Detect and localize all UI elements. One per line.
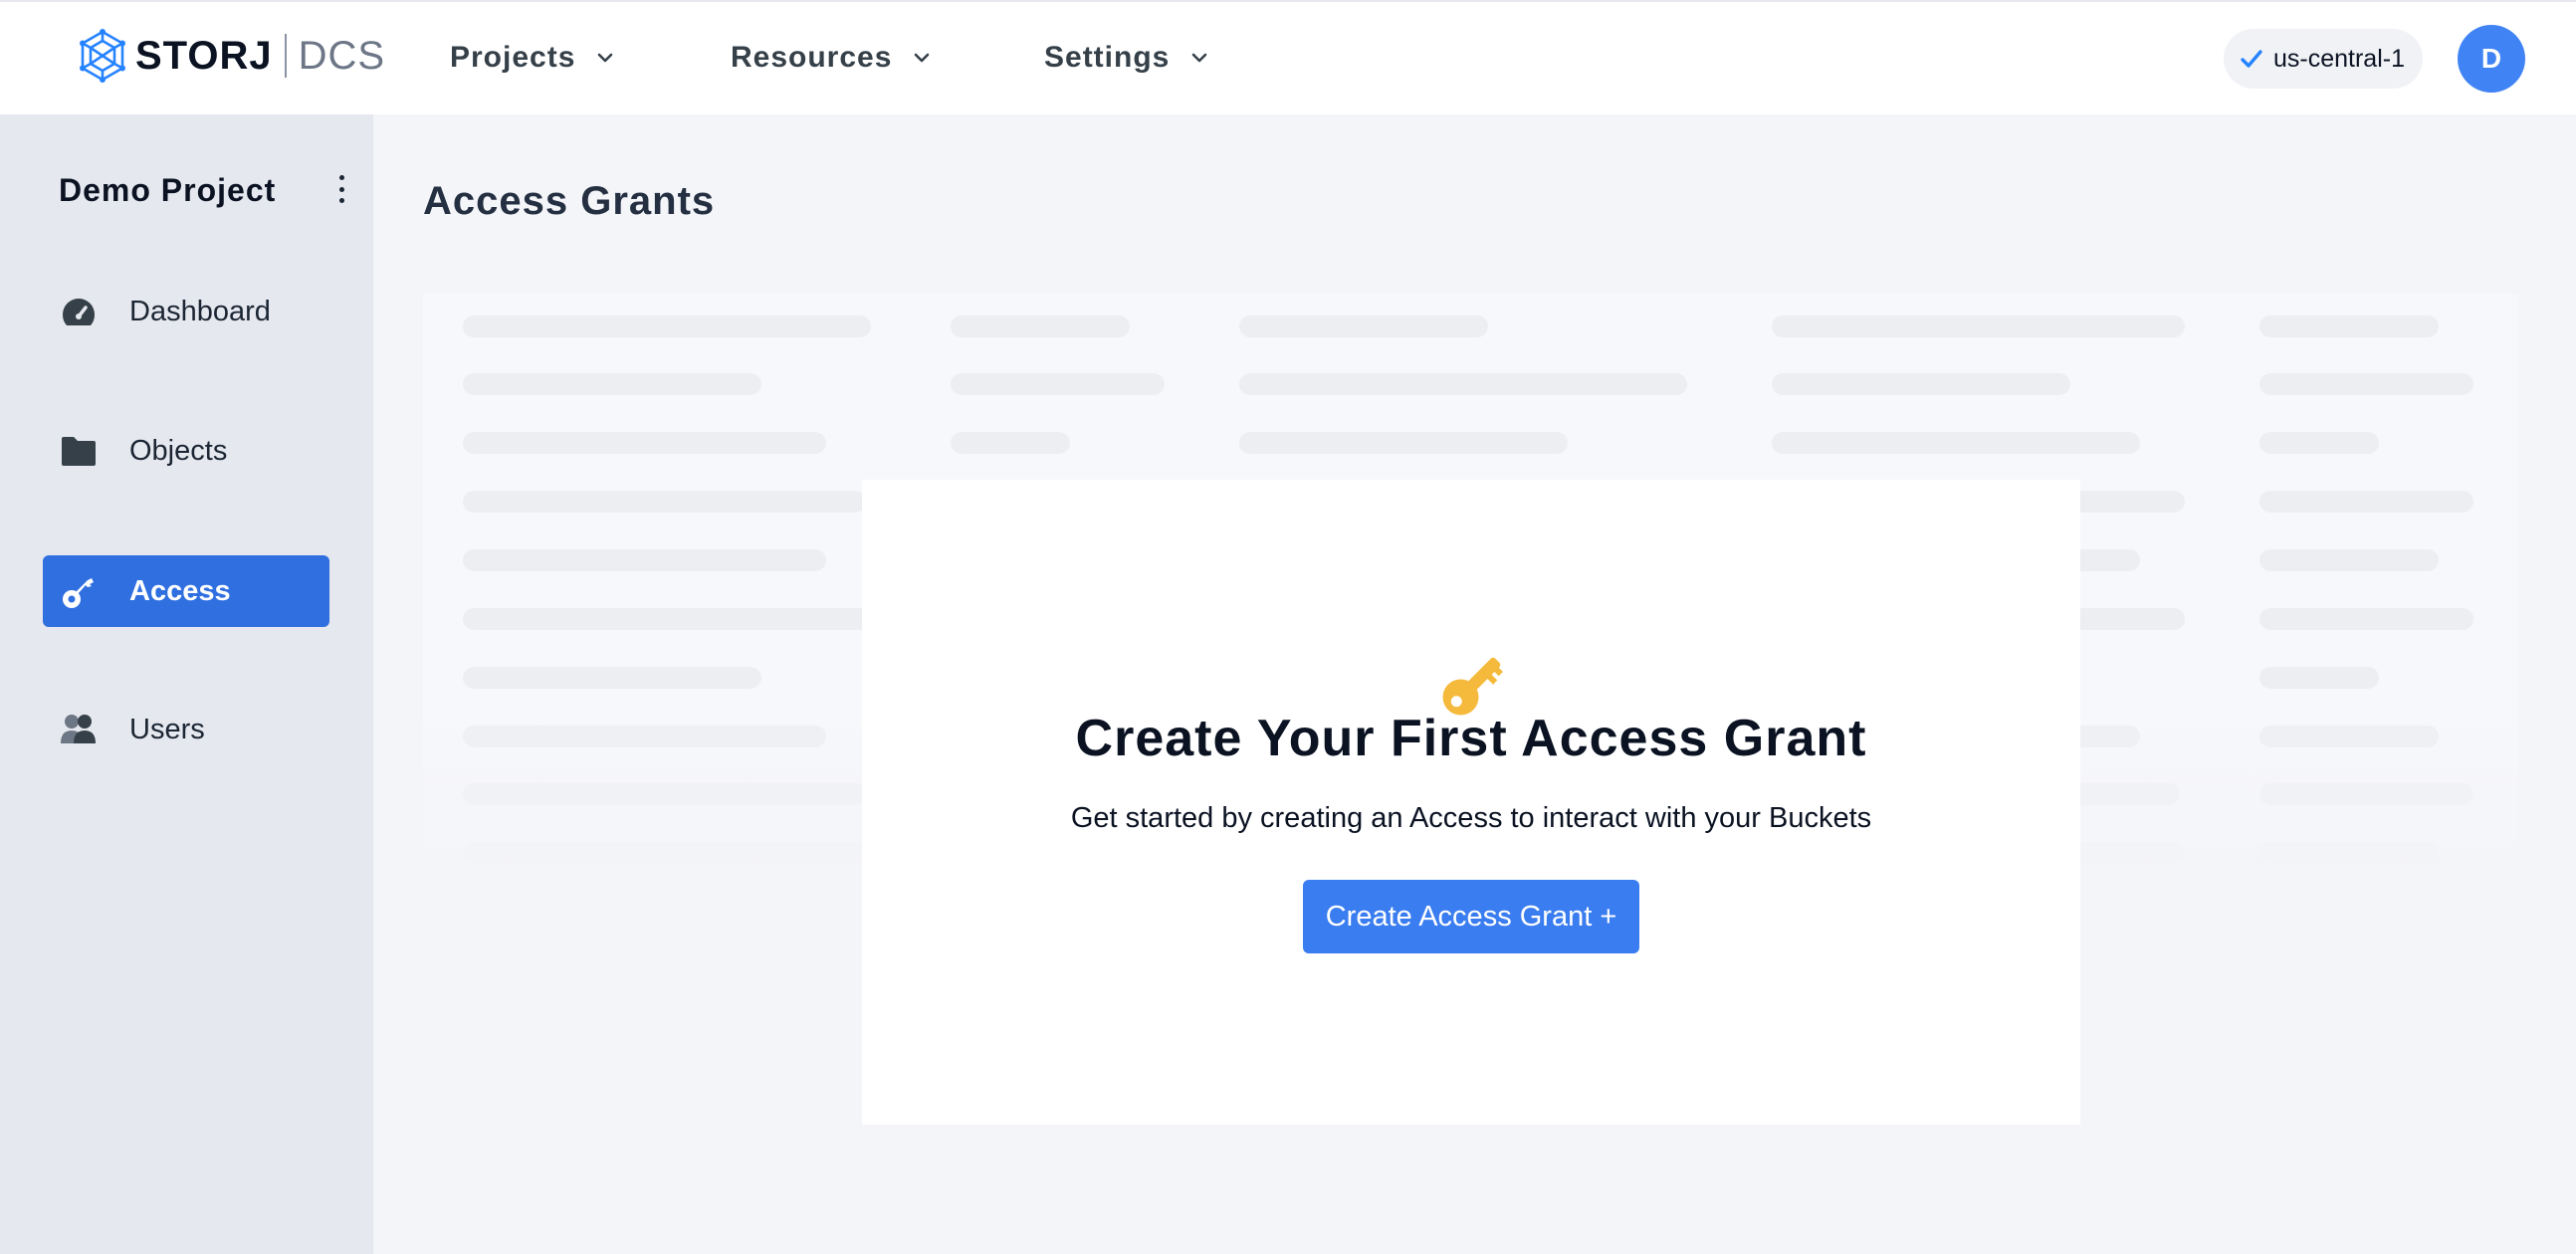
skeleton-bar bbox=[463, 608, 871, 630]
skeleton-bar bbox=[2259, 373, 2473, 395]
skeleton-bar bbox=[2259, 549, 2439, 571]
empty-state-title: Create Your First Access Grant bbox=[1075, 710, 1867, 767]
skeleton-bar bbox=[463, 726, 826, 747]
skeleton-bar bbox=[1772, 373, 2070, 395]
project-options-icon[interactable] bbox=[331, 172, 351, 206]
skeleton-bar bbox=[2259, 783, 2473, 805]
skeleton-bar bbox=[463, 842, 871, 864]
empty-state-subtitle: Get started by creating an Access to int… bbox=[1070, 802, 1872, 834]
sidebar-item-objects[interactable]: Objects bbox=[43, 415, 329, 487]
key-icon bbox=[59, 571, 99, 611]
storj-dcs-logo[interactable]: STORJ DCS bbox=[78, 28, 385, 84]
skeleton-bar bbox=[463, 667, 761, 689]
nav-settings-menu[interactable]: Settings bbox=[1044, 34, 1207, 82]
user-avatar[interactable]: D bbox=[2458, 25, 2525, 93]
empty-state-card: Create Your First Access Grant Get start… bbox=[862, 480, 2080, 1125]
chevron-down-icon bbox=[1192, 53, 1207, 63]
skeleton-bar bbox=[2259, 842, 2439, 864]
chevron-down-icon bbox=[915, 53, 930, 63]
sidebar-item-label: Access bbox=[129, 574, 231, 607]
region-selector[interactable]: us-central-1 bbox=[2224, 29, 2423, 89]
logo-divider bbox=[284, 34, 287, 78]
skeleton-bar bbox=[1239, 315, 1488, 337]
skeleton-bar bbox=[463, 432, 826, 454]
chevron-down-icon bbox=[598, 53, 613, 63]
sidebar-item-label: Objects bbox=[129, 434, 228, 467]
skeleton-bar bbox=[2259, 491, 2473, 513]
region-label: us-central-1 bbox=[2273, 44, 2405, 73]
sidebar-item-users[interactable]: Users bbox=[43, 694, 329, 765]
skeleton-bar bbox=[463, 783, 866, 805]
page-title: Access Grants bbox=[423, 179, 716, 223]
gauge-icon bbox=[59, 292, 99, 331]
sidebar: Demo Project Dashboard Objects Access Us… bbox=[0, 114, 373, 1254]
nav-resources-menu[interactable]: Resources bbox=[731, 34, 930, 82]
logo-wordmark: STORJ bbox=[135, 33, 273, 78]
skeleton-bar bbox=[2259, 315, 2439, 337]
skeleton-bar bbox=[1772, 432, 2140, 454]
nav-resources-label: Resources bbox=[731, 41, 893, 74]
skeleton-bar bbox=[463, 549, 826, 571]
skeleton-bar bbox=[463, 491, 866, 513]
skeleton-bar bbox=[463, 315, 871, 337]
skeleton-bar bbox=[2259, 667, 2379, 689]
skeleton-bar bbox=[2259, 608, 2473, 630]
skeleton-bar bbox=[1239, 373, 1687, 395]
sidebar-item-access[interactable]: Access bbox=[43, 555, 329, 627]
skeleton-bar bbox=[951, 315, 1130, 337]
nav-projects-label: Projects bbox=[450, 41, 576, 74]
project-name[interactable]: Demo Project bbox=[59, 172, 276, 209]
users-icon bbox=[59, 710, 99, 749]
check-icon bbox=[2241, 50, 2262, 68]
top-header: STORJ DCS Projects Resources Settings us… bbox=[0, 0, 2576, 114]
storj-logo-icon bbox=[80, 29, 125, 83]
logo-product-name: DCS bbox=[298, 33, 386, 78]
skeleton-bar bbox=[951, 432, 1070, 454]
skeleton-bar bbox=[2259, 432, 2379, 454]
nav-settings-label: Settings bbox=[1044, 41, 1171, 74]
sidebar-item-dashboard[interactable]: Dashboard bbox=[43, 276, 329, 347]
sidebar-item-label: Dashboard bbox=[129, 295, 271, 327]
skeleton-bar bbox=[951, 373, 1165, 395]
skeleton-bar bbox=[463, 373, 761, 395]
folder-icon bbox=[59, 431, 99, 471]
create-access-grant-button[interactable]: Create Access Grant + bbox=[1303, 880, 1639, 953]
skeleton-bar bbox=[2259, 726, 2439, 747]
skeleton-bar bbox=[1772, 315, 2185, 337]
skeleton-bar bbox=[1239, 432, 1568, 454]
nav-projects-menu[interactable]: Projects bbox=[450, 34, 613, 82]
sidebar-item-label: Users bbox=[129, 713, 205, 745]
